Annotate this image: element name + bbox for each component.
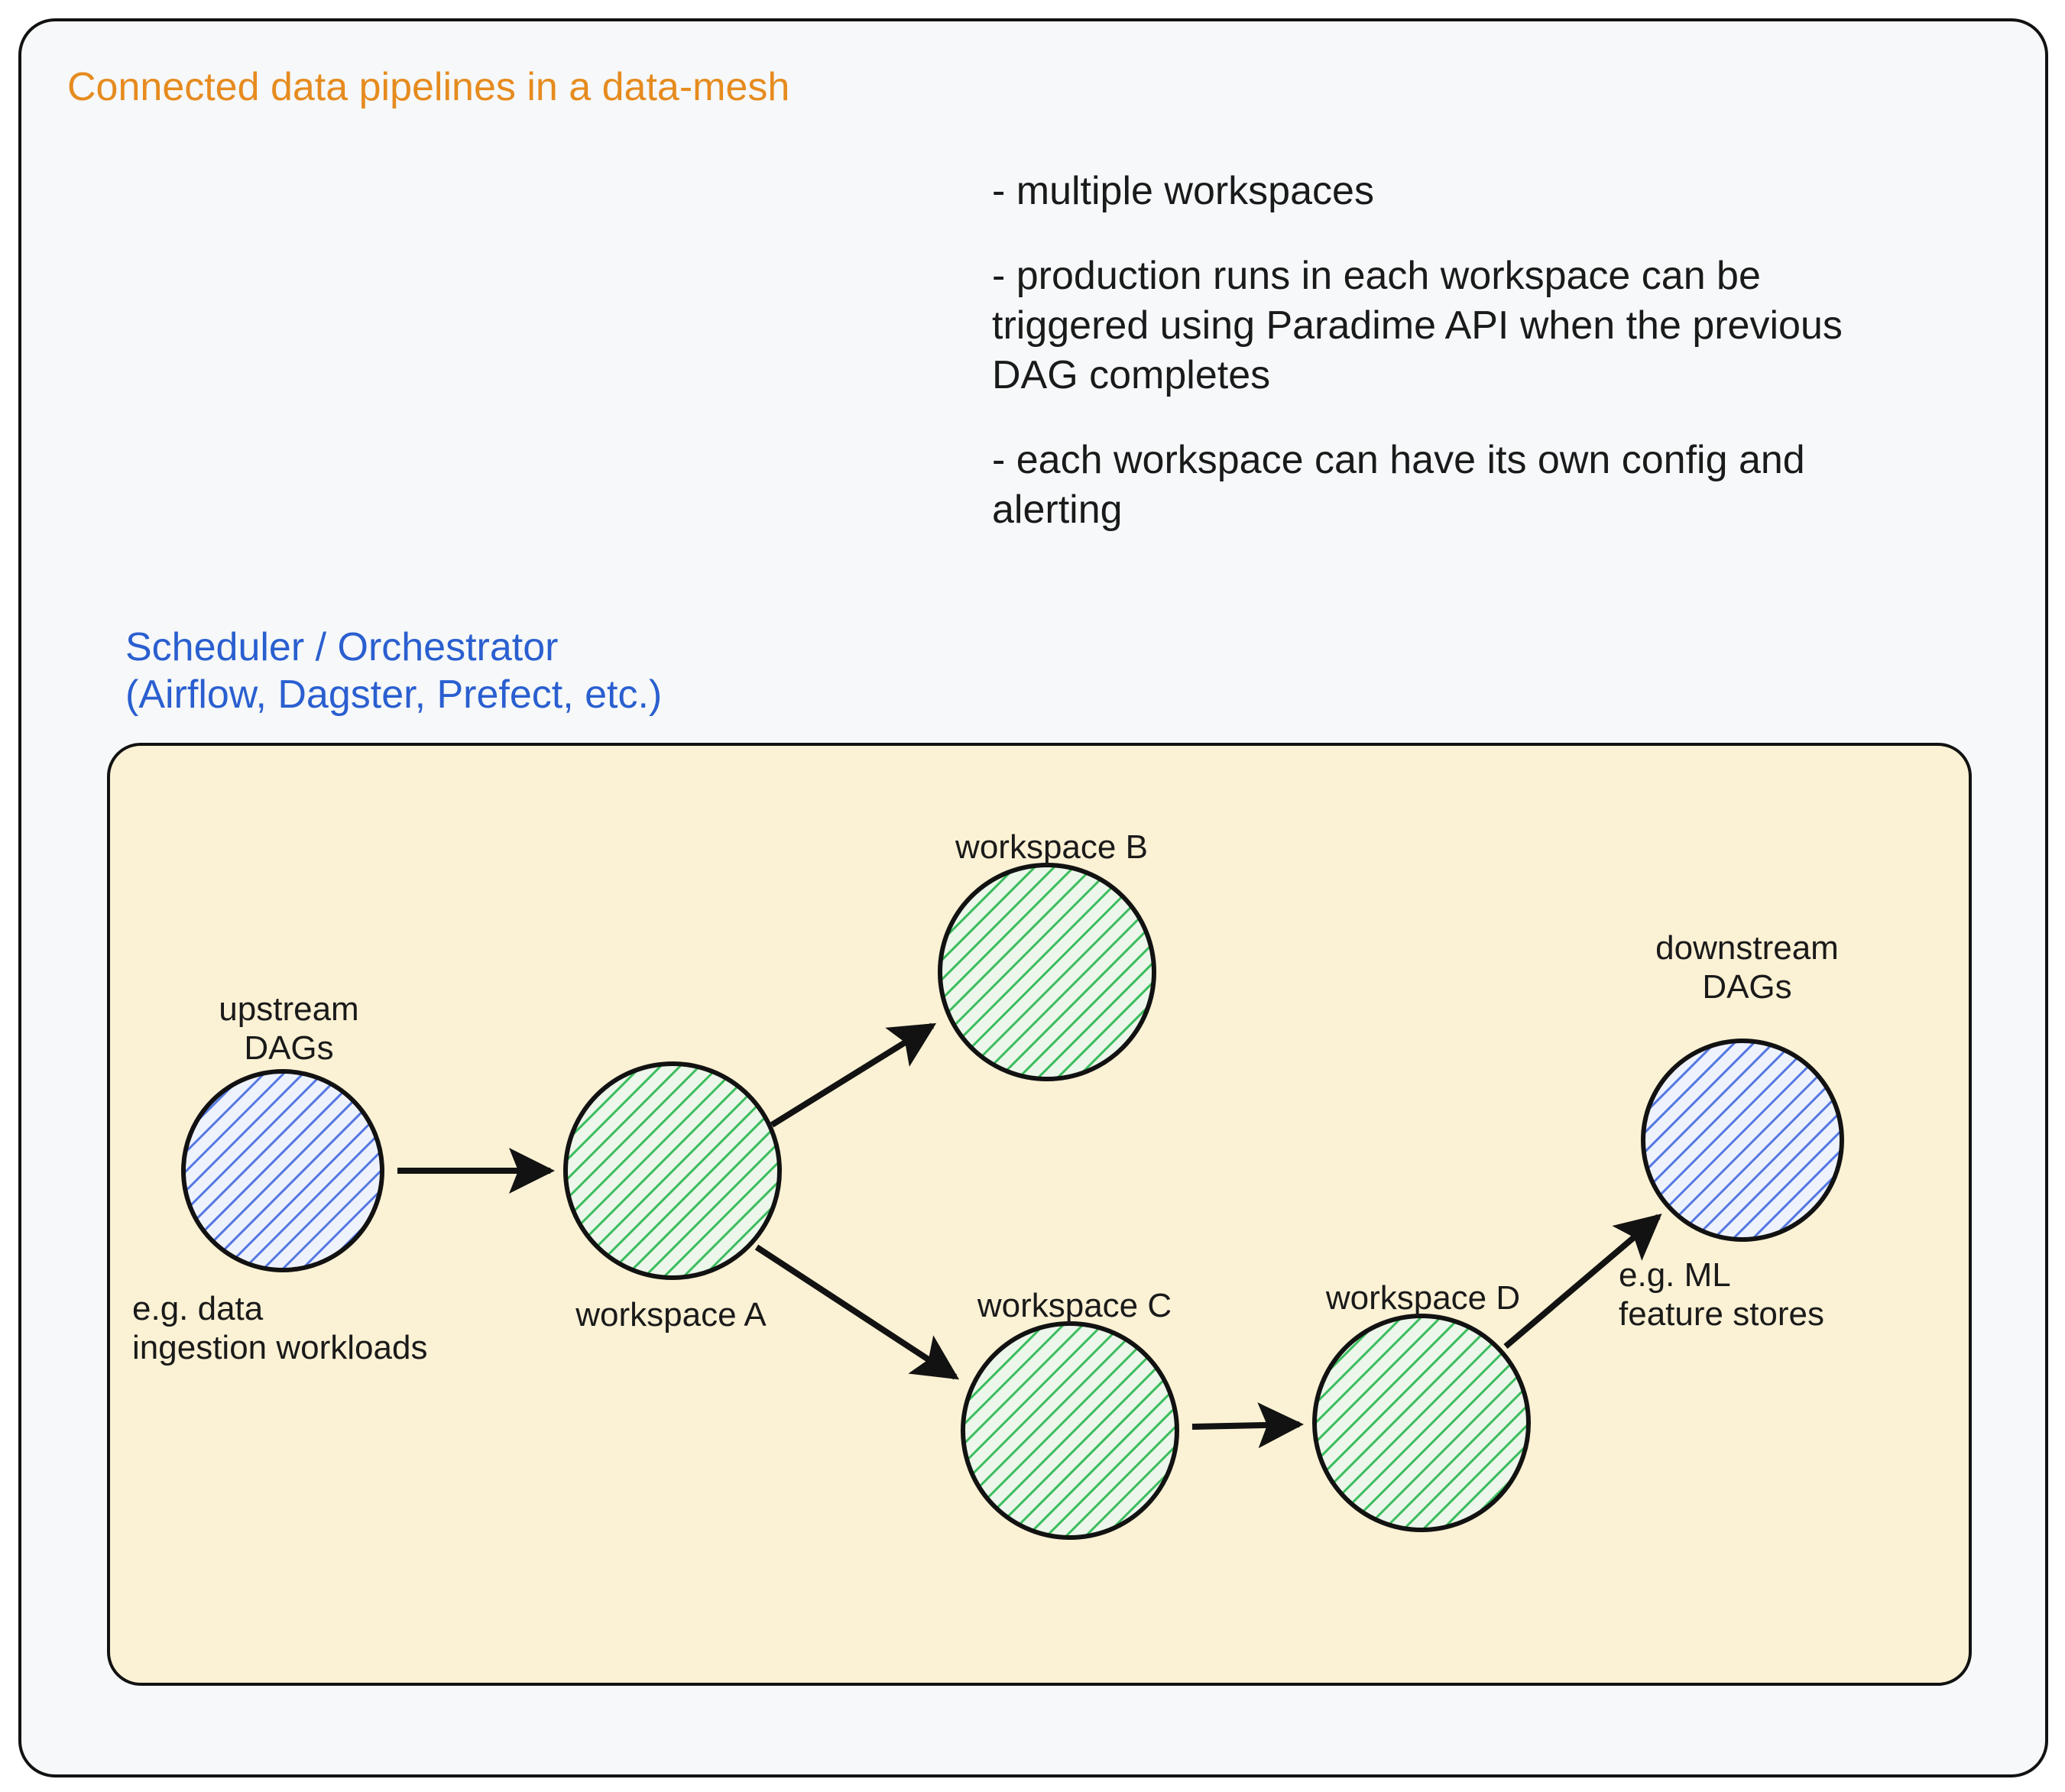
- caption-upstream: e.g. data ingestion workloads: [132, 1290, 453, 1367]
- label-downstream: downstream DAGs: [1632, 929, 1862, 1006]
- node-downstream: [1643, 1041, 1842, 1239]
- label-upstream-line2: DAGs: [205, 1029, 373, 1068]
- caption-upstream-line1: e.g. data: [132, 1290, 453, 1329]
- node-upstream: [183, 1071, 382, 1270]
- arrow-a-to-b: [772, 1026, 932, 1125]
- diagram-svg: [107, 743, 1966, 1680]
- bullet-list: - multiple workspaces - production runs …: [992, 167, 1909, 570]
- arrow-a-to-c: [757, 1247, 955, 1377]
- label-workspace-b: workspace B: [937, 828, 1166, 867]
- bullet-item-3: - each workspace can have its own config…: [992, 436, 1909, 535]
- label-workspace-a: workspace A: [556, 1296, 786, 1335]
- diagram-title: Connected data pipelines in a data-mesh: [67, 64, 789, 110]
- label-downstream-line2: DAGs: [1632, 968, 1862, 1007]
- caption-downstream-line1: e.g. ML: [1619, 1256, 1894, 1295]
- arrow-c-to-d: [1192, 1424, 1299, 1427]
- label-upstream-line1: upstream: [205, 990, 373, 1029]
- label-workspace-d: workspace D: [1308, 1279, 1538, 1318]
- label-downstream-line1: downstream: [1632, 929, 1862, 968]
- caption-downstream-line2: feature stores: [1619, 1295, 1894, 1334]
- label-upstream: upstream DAGs: [205, 990, 373, 1068]
- outer-frame: Connected data pipelines in a data-mesh …: [18, 18, 2048, 1777]
- caption-downstream: e.g. ML feature stores: [1619, 1256, 1894, 1333]
- label-workspace-c: workspace C: [960, 1287, 1189, 1326]
- scheduler-label: Scheduler / Orchestrator (Airflow, Dagst…: [125, 624, 662, 719]
- caption-upstream-line2: ingestion workloads: [132, 1329, 453, 1368]
- bullet-item-2: - production runs in each workspace can …: [992, 251, 1909, 400]
- scheduler-label-line1: Scheduler / Orchestrator: [125, 624, 662, 671]
- scheduler-label-line2: (Airflow, Dagster, Prefect, etc.): [125, 671, 662, 718]
- node-workspace-d: [1315, 1316, 1528, 1530]
- bullet-item-1: - multiple workspaces: [992, 167, 1909, 216]
- node-workspace-a: [566, 1064, 780, 1278]
- node-workspace-b: [940, 865, 1154, 1079]
- node-workspace-c: [963, 1324, 1177, 1538]
